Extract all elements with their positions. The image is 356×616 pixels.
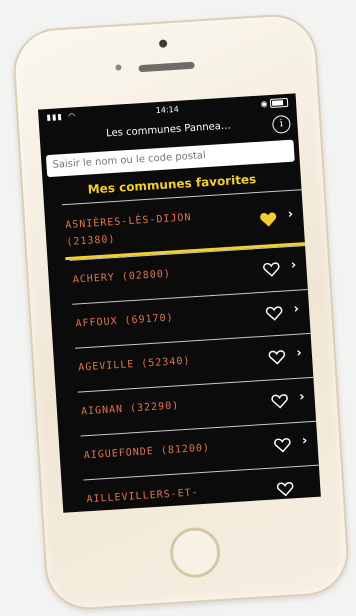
commune-name: AFFOUX (69170) [75,312,175,330]
heart-outline-icon[interactable] [276,480,295,497]
heart-outline-icon[interactable] [270,392,289,409]
commune-list: ASNIÈRES-LÈS-DIJON (21380) › ACHERY (028… [44,189,321,513]
heart-outline-icon[interactable] [273,436,292,453]
battery-icon [269,97,289,108]
chevron-right-icon: › [298,389,306,405]
heart-outline-icon[interactable] [262,261,281,278]
earpiece-speaker [138,61,195,73]
commune-name: AGEVILLE (52340) [77,355,191,374]
location-icon: ◉ [260,99,268,109]
status-right: ◉ [260,97,289,109]
commune-name: AILLEVILLERS-ET- [86,487,200,506]
commune-name: ACHERY (02800) [72,268,172,286]
home-button[interactable] [168,526,222,580]
proximity-sensor [115,64,122,71]
phone-frame: ▮▮▮ ◠ 14:14 ◉ Les communes Pannea… i Mes… [11,12,351,612]
chevron-right-icon: › [295,345,303,361]
heart-outline-icon[interactable] [268,349,287,366]
heart-filled-icon[interactable] [259,211,278,228]
chevron-right-icon: › [290,257,297,273]
app-screen: ▮▮▮ ◠ 14:14 ◉ Les communes Pannea… i Mes… [38,93,321,513]
chevron-right-icon: › [293,301,300,317]
commune-name: AIGUEFONDE (81200) [83,442,211,462]
commune-name: ASNIÈRES-LÈS-DIJON (21380) [65,212,192,249]
commune-name: AIGNAN (32290) [80,400,180,418]
front-camera [158,39,168,48]
chevron-right-icon: › [301,433,308,449]
heart-outline-icon[interactable] [265,305,284,322]
chevron-right-icon: › [287,206,294,223]
info-button[interactable]: i [271,114,291,134]
